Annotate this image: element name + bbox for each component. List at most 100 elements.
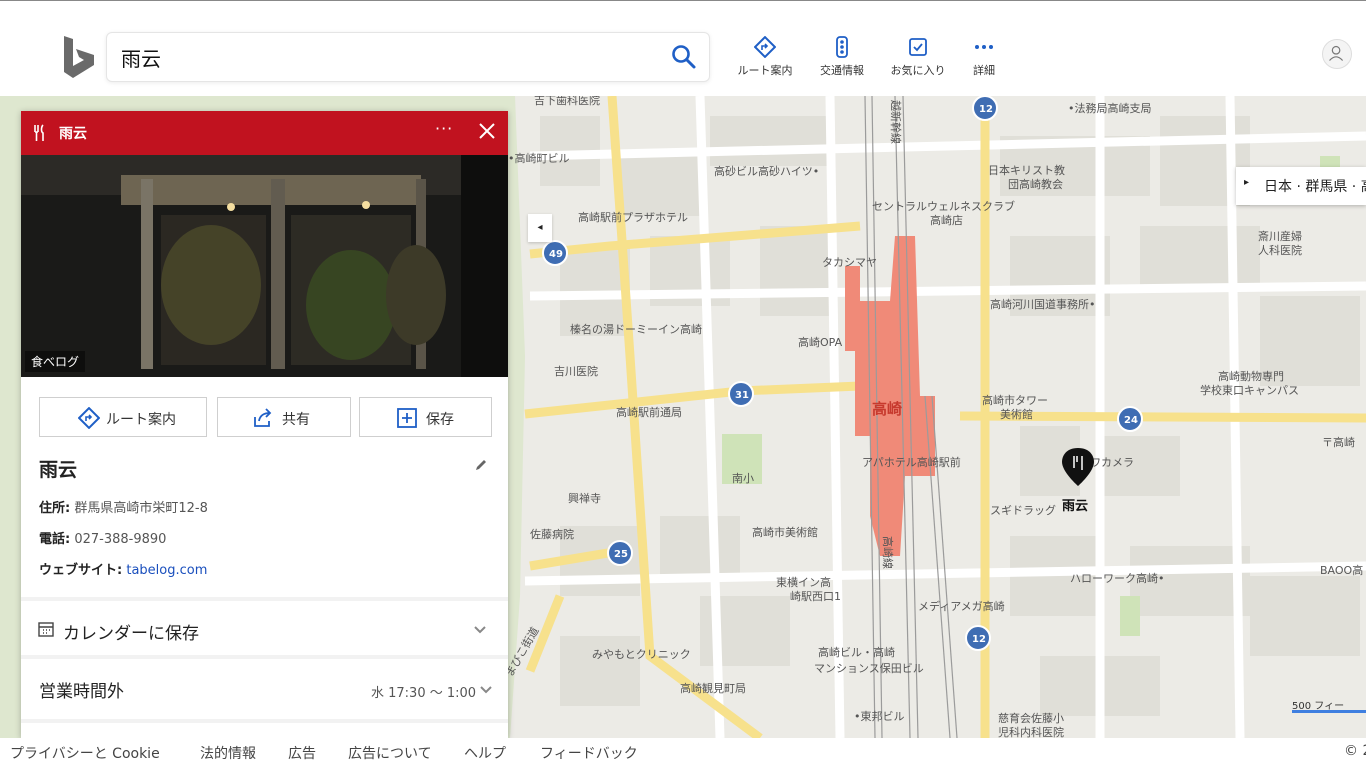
website-link[interactable]: tabelog.com	[126, 563, 207, 578]
svg-text:高崎河川国道事務所•: 高崎河川国道事務所•	[990, 297, 1096, 311]
next-section	[21, 723, 508, 738]
save-button[interactable]: 保存	[359, 397, 492, 437]
place-details: ルート案内 共有 保存 雨云 住所: 群馬県高崎市栄町12-8 電話: 027-…	[21, 377, 508, 597]
svg-text:高崎駅前プラザホテル: 高崎駅前プラザホテル	[578, 210, 688, 224]
panel-more-button[interactable]: ···	[435, 119, 453, 138]
svg-text:高砂ビル高砂ハイツ•: 高砂ビル高砂ハイツ•	[714, 164, 819, 178]
directions-icon	[78, 407, 100, 429]
svg-text:児科内科医院: 児科内科医院	[998, 725, 1064, 738]
svg-text:25: 25	[614, 549, 628, 560]
footer-about-ads-link[interactable]: 広告について	[348, 743, 432, 763]
hours-section[interactable]: 営業時間外 水 17:30 ～ 1:00	[21, 659, 508, 719]
svg-text:吉下歯科医院: 吉下歯科医院	[534, 96, 600, 107]
collapse-panel-button[interactable]: ◂	[528, 214, 552, 242]
pin-label: 雨云	[1062, 499, 1088, 514]
footer: プライバシーと Cookie 法的情報 広告 広告について ヘルプ フィードバッ…	[0, 738, 1366, 768]
map-scale-bar	[1292, 710, 1366, 713]
svg-text:吉川医院: 吉川医院	[554, 364, 598, 378]
svg-text:榛名の湯ドーミーイン高崎: 榛名の湯ドーミーイン高崎	[570, 322, 702, 336]
svg-text:慈育会佐藤小: 慈育会佐藤小	[998, 711, 1064, 725]
save-icon	[397, 408, 417, 428]
directions-action-button[interactable]: ルート案内	[39, 397, 207, 437]
favorites-label: お気に入り	[890, 64, 946, 77]
svg-text:高崎店: 高崎店	[930, 213, 963, 227]
svg-text:高崎ビル・高崎: 高崎ビル・高崎	[818, 645, 895, 659]
traffic-label: 交通情報	[820, 64, 864, 77]
svg-text:高崎動物専門: 高崎動物専門	[1218, 369, 1284, 383]
svg-text:•法務局高崎支局: •法務局高崎支局	[1068, 101, 1152, 115]
directions-action-label: ルート案内	[106, 412, 176, 428]
place-photo[interactable]: 食べログ	[21, 155, 508, 377]
svg-text:31: 31	[735, 390, 749, 401]
share-icon	[254, 408, 272, 427]
phone-row: 電話: 027-388-9890	[39, 528, 166, 547]
restaurant-icon	[34, 124, 44, 141]
panel-header: 雨云 ···	[21, 111, 508, 155]
svg-text:セントラルウェルネスクラブ: セントラルウェルネスクラブ	[872, 199, 1015, 213]
svg-text:49: 49	[549, 249, 563, 260]
svg-text:メディアメガ高崎: メディアメガ高崎	[918, 599, 1005, 613]
directions-icon	[754, 36, 776, 58]
hours-value: 水 17:30 ～ 1:00	[371, 686, 477, 701]
location-breadcrumb[interactable]: ▸ 日本 · 群馬県 · 高	[1236, 167, 1366, 205]
svg-text:高崎市美術館: 高崎市美術館	[752, 525, 818, 539]
svg-text:みやもとクリニック: みやもとクリニック	[592, 648, 691, 661]
more-icon	[975, 45, 993, 49]
svg-text:ハローワーク高崎•: ハローワーク高崎•	[1070, 571, 1165, 585]
svg-text:〒高崎: 〒高崎	[1322, 435, 1355, 449]
favorites-button[interactable]: お気に入り	[886, 36, 950, 86]
chevron-down-icon	[474, 626, 486, 634]
svg-text:BAOO高: BAOO高	[1320, 563, 1363, 577]
address-value: 群馬県高崎市栄町12-8	[74, 501, 208, 516]
breadcrumb-text: 日本 · 群馬県 · 高	[1264, 179, 1366, 195]
more-label: 詳細	[973, 64, 995, 77]
svg-text:東横イン高: 東横イン高	[776, 575, 831, 589]
svg-text:団高崎教会: 団高崎教会	[1008, 177, 1063, 191]
footer-privacy-link[interactable]: プライバシーと Cookie	[10, 743, 160, 763]
svg-text:タカシマヤ: タカシマヤ	[822, 256, 877, 269]
account-avatar[interactable]	[1322, 39, 1352, 69]
svg-text:12: 12	[979, 104, 993, 115]
footer-help-link[interactable]: ヘルプ	[464, 743, 506, 763]
breadcrumb-expand-icon: ▸	[1244, 177, 1250, 188]
calendar-section[interactable]: カレンダーに保存	[21, 601, 508, 655]
search-box[interactable]	[106, 32, 710, 82]
phone-value[interactable]: 027-388-9890	[74, 532, 166, 547]
close-icon[interactable]	[475, 119, 499, 143]
svg-text:マンションス保田ビル: マンションス保田ビル	[814, 661, 924, 675]
footer-ads-link[interactable]: 広告	[288, 743, 316, 763]
svg-text:高崎OPA: 高崎OPA	[798, 335, 843, 349]
save-label: 保存	[426, 412, 454, 428]
edit-icon[interactable]	[473, 457, 489, 473]
svg-text:南小: 南小	[732, 472, 754, 485]
svg-text:学校東口キャンパス: 学校東口キャンパス	[1200, 383, 1299, 397]
svg-text:高崎駅前通局: 高崎駅前通局	[616, 405, 682, 419]
search-icon[interactable]	[671, 44, 697, 70]
phone-label: 電話:	[39, 532, 71, 547]
footer-feedback-link[interactable]: フィードバック	[540, 743, 638, 763]
svg-text:•高崎町ビル: •高崎町ビル	[508, 151, 570, 165]
bing-logo[interactable]	[62, 34, 98, 80]
place-name: 雨云	[39, 459, 78, 481]
svg-text:佐藤病院: 佐藤病院	[530, 527, 574, 541]
share-button[interactable]: 共有	[217, 397, 351, 437]
svg-text:美術館: 美術館	[1000, 407, 1033, 421]
directions-button[interactable]: ルート案内	[732, 36, 798, 86]
svg-text:12: 12	[972, 634, 986, 645]
svg-text:斎川産婦: 斎川産婦	[1258, 229, 1302, 243]
svg-text:興禅寺: 興禅寺	[568, 491, 601, 505]
panel-title: 雨云	[59, 126, 87, 142]
search-input[interactable]	[121, 43, 661, 71]
top-header: ルート案内 交通情報 お気に入り 詳細	[0, 6, 1366, 96]
address-row: 住所: 群馬県高崎市栄町12-8	[39, 497, 208, 516]
hours-status: 営業時間外	[39, 682, 124, 702]
footer-copyright: © 2	[1344, 743, 1366, 759]
svg-text:高崎: 高崎	[872, 400, 902, 418]
share-label: 共有	[282, 412, 310, 428]
photo-source[interactable]: 食べログ	[25, 351, 86, 372]
svg-text:崎駅西口1: 崎駅西口1	[790, 589, 841, 603]
footer-legal-link[interactable]: 法的情報	[200, 743, 256, 763]
more-button[interactable]: 詳細	[964, 36, 1004, 86]
traffic-button[interactable]: 交通情報	[814, 36, 870, 86]
calendar-icon	[38, 622, 54, 637]
